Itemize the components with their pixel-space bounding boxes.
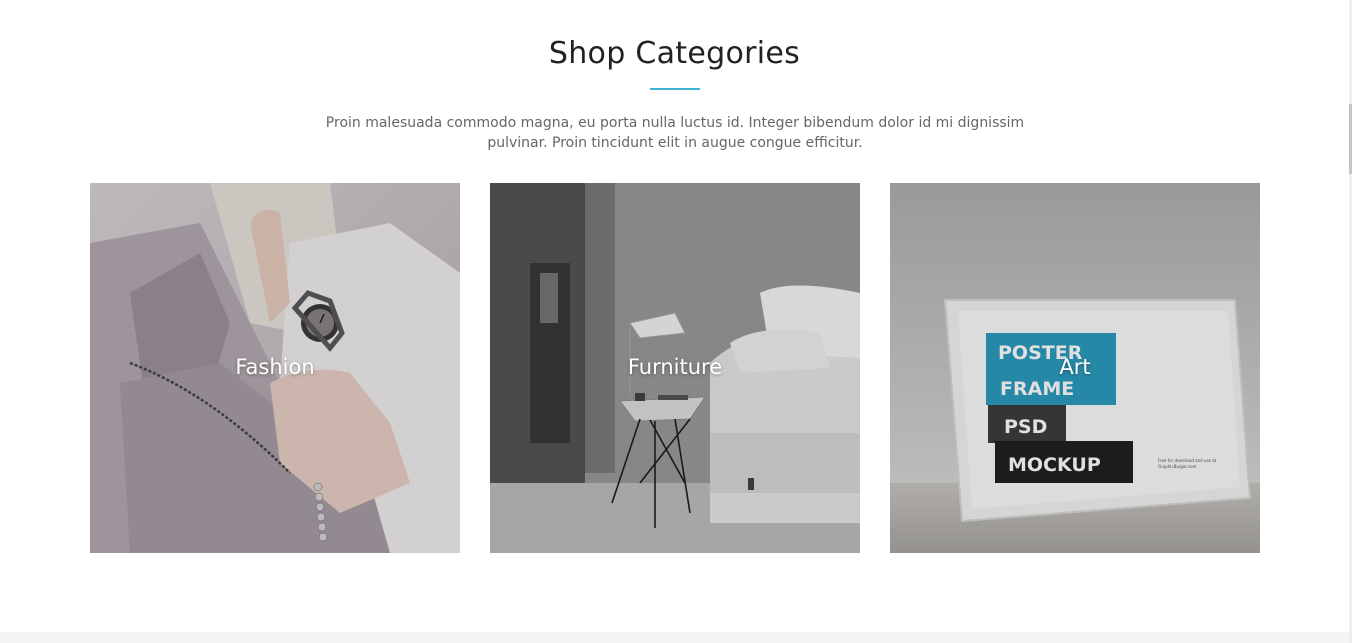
- category-card-art[interactable]: POSTER FRAME PSD MOCKUP Free for downloa…: [890, 183, 1260, 553]
- category-card-fashion[interactable]: Fashion: [90, 183, 460, 553]
- footer-strip: [0, 632, 1349, 643]
- category-card-furniture[interactable]: Furniture: [490, 183, 860, 553]
- section-title: Shop Categories: [548, 36, 801, 71]
- category-label: Fashion: [235, 355, 315, 379]
- shop-categories-section: Shop Categories Proin malesuada commodo …: [0, 0, 1349, 632]
- title-divider: [650, 88, 700, 90]
- category-label: Furniture: [627, 355, 723, 379]
- category-label: Art: [1059, 355, 1091, 379]
- section-intro: Proin malesuada commodo magna, eu porta …: [325, 115, 1025, 151]
